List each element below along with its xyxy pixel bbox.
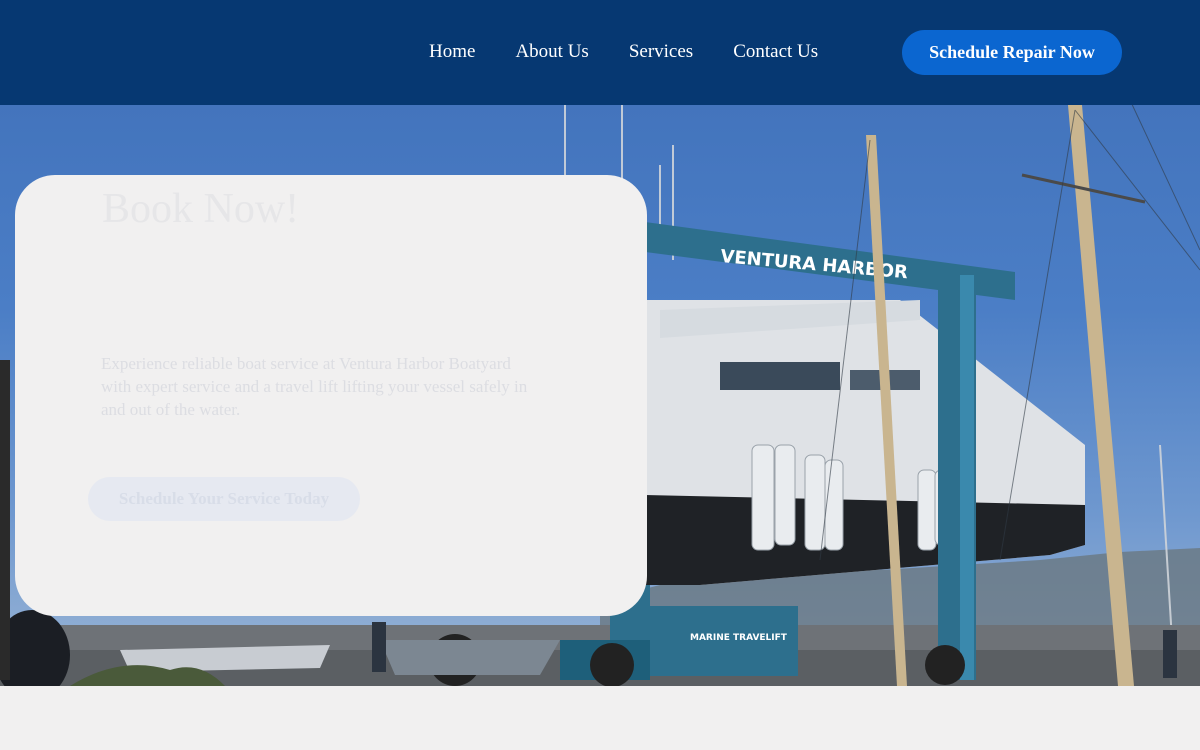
nav-link-contact[interactable]: Contact Us [733,40,818,64]
hero-title: Book Now! [102,186,300,232]
below-hero-section [0,686,1200,750]
main-nav: Home About Us Services Contact Us [429,40,858,64]
hero-description: Experience reliable boat service at Vent… [101,354,528,419]
schedule-service-button[interactable]: Schedule Your Service Today [88,477,360,521]
schedule-repair-button[interactable]: Schedule Repair Now [902,30,1122,75]
travelift-brand-text: MARINE TRAVELIFT [690,633,788,643]
hero-card: Book Now! Experience reliable boat servi… [15,175,647,616]
nav-link-about[interactable]: About Us [515,40,588,64]
nav-link-services[interactable]: Services [629,40,693,64]
site-header: Home About Us Services Contact Us Schedu… [0,0,1200,105]
nav-link-home[interactable]: Home [429,40,475,64]
